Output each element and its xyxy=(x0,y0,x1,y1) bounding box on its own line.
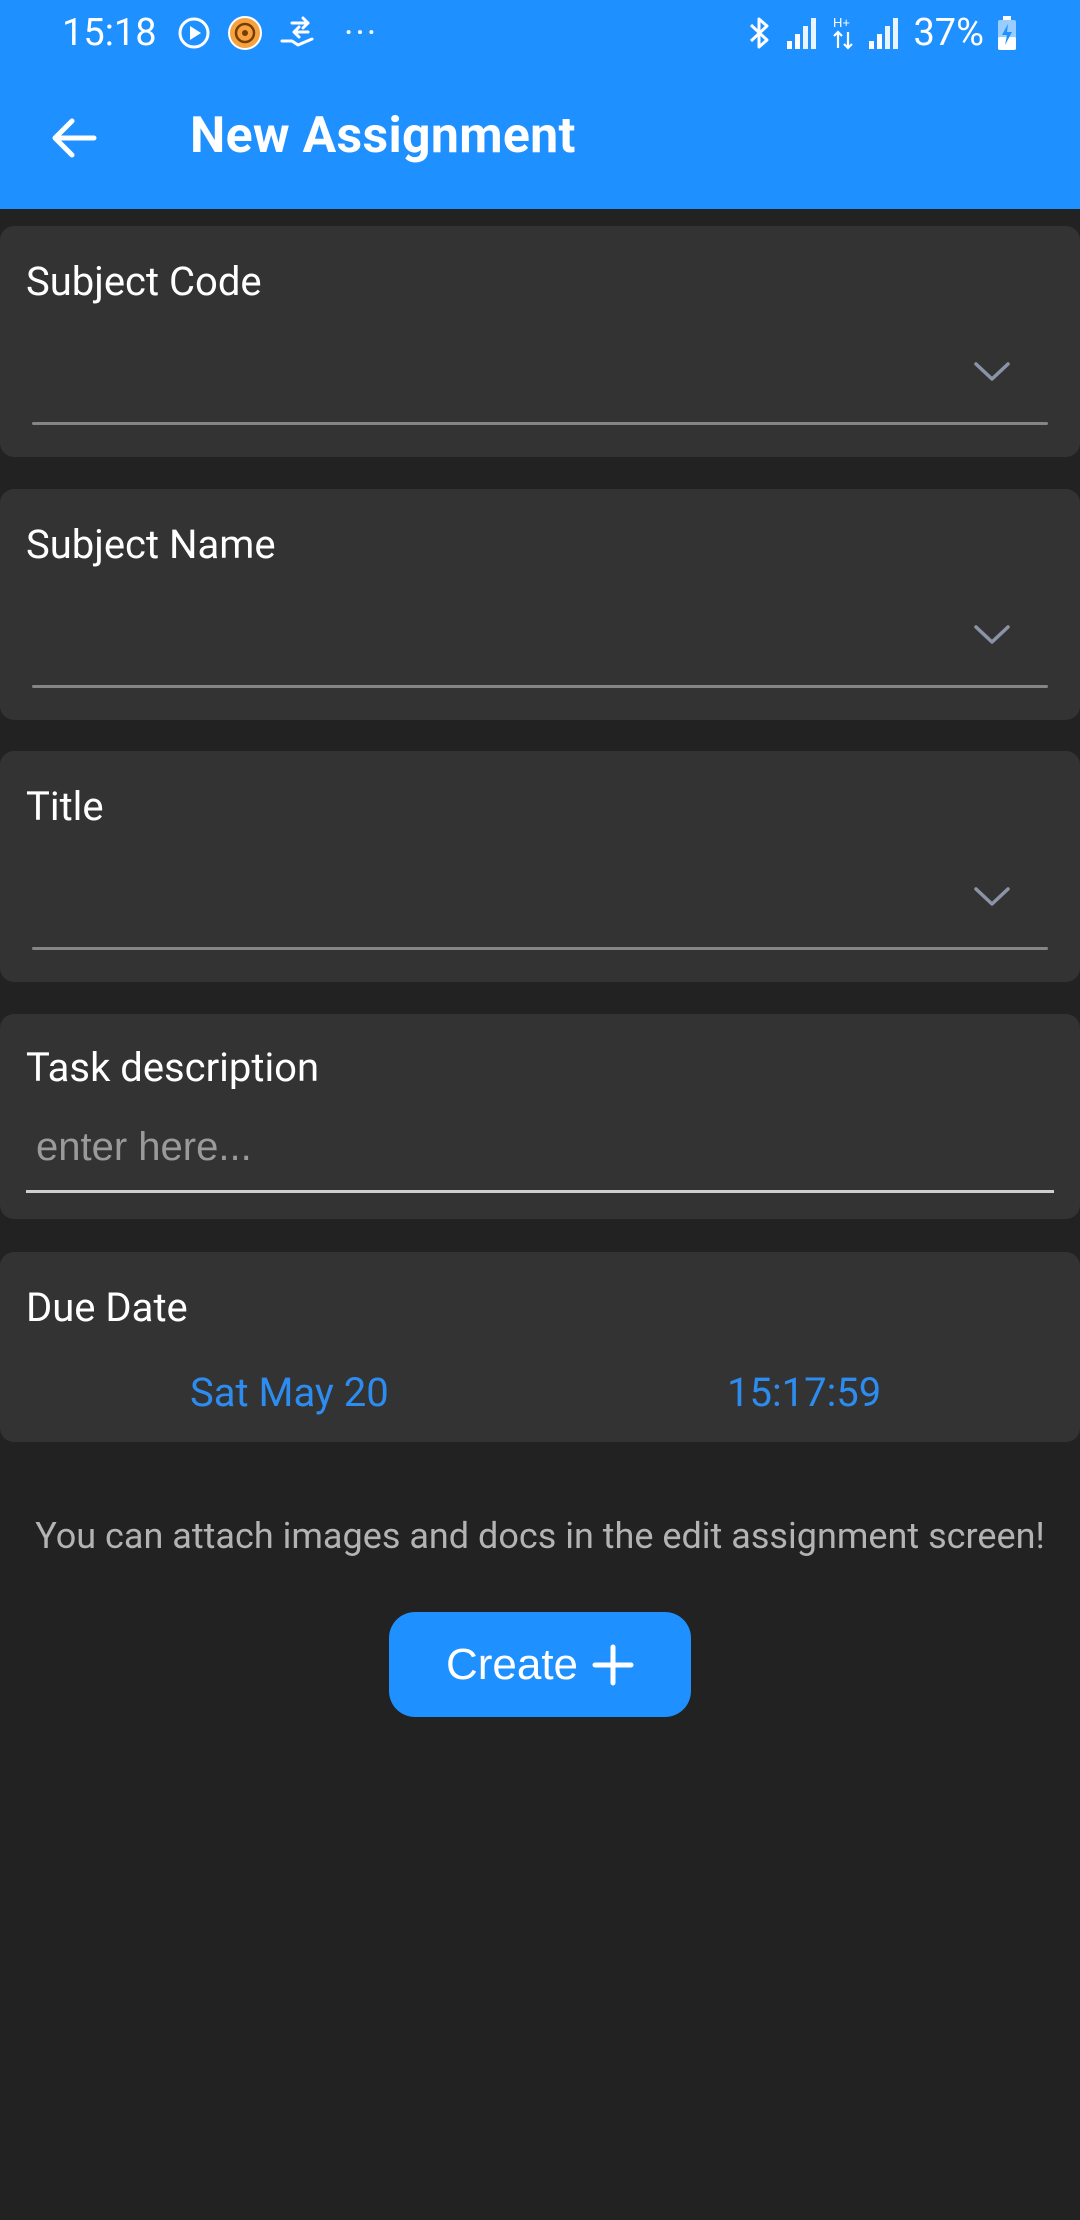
battery-percentage: 37% xyxy=(913,11,984,55)
create-button[interactable]: Create xyxy=(389,1612,691,1717)
task-description-input[interactable] xyxy=(36,1120,1036,1174)
subject-name-label: Subject Name xyxy=(26,521,276,568)
subject-code-label: Subject Code xyxy=(26,258,262,305)
plus-icon xyxy=(592,1644,634,1685)
header: 15:18 ··· H+ 37% New Assignment xyxy=(0,0,1080,209)
task-description-label: Task description xyxy=(26,1044,320,1091)
page-title: New Assignment xyxy=(190,107,576,165)
signal-icon-2 xyxy=(867,15,901,51)
due-date-value[interactable]: Sat May 20 xyxy=(190,1367,389,1419)
task-description-underline xyxy=(26,1190,1054,1193)
due-time-value[interactable]: 15:17:59 xyxy=(727,1367,881,1419)
title-underline xyxy=(32,947,1048,950)
status-time: 15:18 xyxy=(62,11,157,55)
due-date-label: Due Date xyxy=(26,1284,188,1331)
subject-name-dropdown[interactable] xyxy=(26,583,1054,693)
status-bar: 15:18 ··· H+ 37% xyxy=(0,0,1080,66)
data-hplus-icon: H+ xyxy=(831,14,855,52)
back-button[interactable] xyxy=(36,100,112,176)
subject-name-underline xyxy=(32,685,1048,688)
subject-code-underline xyxy=(32,422,1048,425)
status-left-icons: ··· xyxy=(176,12,378,54)
arrow-left-icon xyxy=(52,118,97,158)
app-bar: New Assignment xyxy=(0,66,1080,209)
more-notifications-icon: ··· xyxy=(344,12,379,54)
hand-transfer-icon xyxy=(278,15,318,51)
title-label: Title xyxy=(26,783,104,830)
app-badge-icon xyxy=(226,14,264,52)
chevron-down-icon xyxy=(974,887,1010,906)
svg-text:H+: H+ xyxy=(833,15,850,30)
chevron-down-icon xyxy=(974,625,1010,644)
subject-code-dropdown[interactable] xyxy=(26,320,1054,430)
bluetooth-icon xyxy=(747,14,773,52)
create-button-label: Create xyxy=(445,1639,579,1689)
task-description-card: Task description xyxy=(0,1014,1080,1219)
play-circle-icon xyxy=(176,15,212,51)
title-dropdown[interactable] xyxy=(26,845,1054,955)
signal-icon xyxy=(785,15,819,51)
chevron-down-icon xyxy=(974,362,1010,381)
attachment-hint: You can attach images and docs in the ed… xyxy=(35,1515,1045,1557)
due-date-card: Due Date xyxy=(0,1252,1080,1442)
battery-charging-icon xyxy=(996,15,1018,51)
status-right-icons: H+ 37% xyxy=(747,10,1018,56)
